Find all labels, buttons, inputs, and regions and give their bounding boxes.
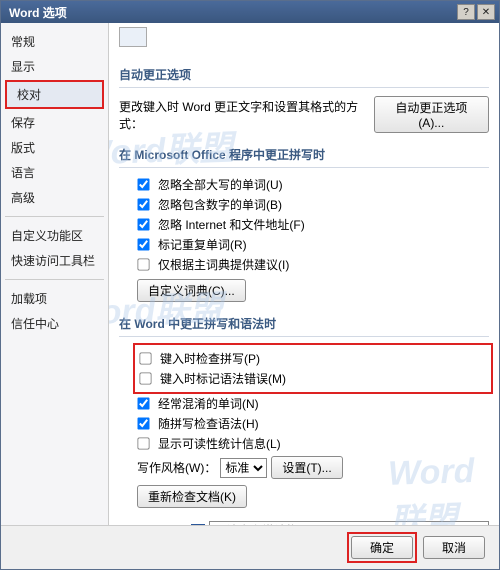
writing-style-settings-button[interactable]: 设置(T)... — [271, 456, 342, 479]
page-icon — [119, 27, 147, 47]
window-title: Word 选项 — [5, 4, 455, 21]
writing-style-select[interactable]: 标准 — [220, 458, 267, 478]
cancel-button[interactable]: 取消 — [423, 536, 485, 559]
lbl-ignore-uppercase: 忽略全部大写的单词(U) — [158, 176, 283, 193]
custom-dict-button[interactable]: 自定义词典(C)... — [137, 279, 246, 302]
sidebar-item-layout[interactable]: 版式 — [1, 135, 108, 160]
content-panel: Word联盟 Word联盟 Word联盟 自动更正选项 更改键入时 Word 更… — [109, 23, 499, 525]
chk-flag-repeated[interactable] — [137, 238, 149, 250]
autocorrect-text: 更改键入时 Word 更正文字和设置其格式的方式： — [119, 98, 370, 132]
chk-check-spelling-typing[interactable] — [139, 352, 151, 364]
chk-mark-grammar-typing[interactable] — [139, 372, 151, 384]
chk-ignore-numbers[interactable] — [137, 198, 149, 210]
autocorrect-options-button[interactable]: 自动更正选项(A)... — [374, 96, 489, 133]
sidebar-item-general[interactable]: 常规 — [1, 29, 108, 54]
help-button[interactable]: ? — [457, 4, 475, 20]
autocorrect-line: 更改键入时 Word 更正文字和设置其格式的方式： 自动更正选项(A)... — [119, 96, 489, 133]
chk-readability[interactable] — [137, 437, 149, 449]
ok-button[interactable]: 确定 — [351, 536, 413, 559]
lbl-main-dict-only: 仅根据主词典提供建议(I) — [158, 256, 289, 273]
section-autocorrect-title: 自动更正选项 — [119, 56, 489, 88]
chk-confused-words[interactable] — [137, 397, 149, 409]
sidebar-item-customize-ribbon[interactable]: 自定义功能区 — [1, 223, 108, 248]
lbl-ignore-numbers: 忽略包含数字的单词(B) — [158, 196, 282, 213]
sidebar-item-proofing[interactable]: 校对 — [7, 82, 102, 107]
chk-main-dict-only[interactable] — [137, 258, 149, 270]
chk-ignore-internet[interactable] — [137, 218, 149, 230]
lbl-confused-words: 经常混淆的单词(N) — [158, 395, 259, 412]
sidebar-item-advanced[interactable]: 高级 — [1, 185, 108, 210]
titlebar: Word 选项 ? ✕ — [1, 1, 499, 23]
sidebar-item-language[interactable]: 语言 — [1, 160, 108, 185]
exceptions-label: 例外项(X)： — [119, 523, 183, 526]
sidebar-item-addins[interactable]: 加载项 — [1, 286, 108, 311]
lbl-mark-grammar-typing: 键入时标记语法错误(M) — [160, 370, 286, 387]
close-button[interactable]: ✕ — [477, 4, 495, 20]
exceptions-doc-select[interactable]: 网站金字塔结构.docx — [209, 521, 489, 525]
options-dialog: Word 选项 ? ✕ 常规 显示 校对 保存 版式 语言 高级 自定义功能区 … — [0, 0, 500, 570]
writing-style-label: 写作风格(W)： — [137, 459, 216, 476]
sidebar-item-display[interactable]: 显示 — [1, 54, 108, 79]
lbl-ignore-internet: 忽略 Internet 和文件地址(F) — [158, 216, 305, 233]
dialog-footer: 确定 取消 — [1, 525, 499, 569]
lbl-flag-repeated: 标记重复单词(R) — [158, 236, 247, 253]
dialog-body: 常规 显示 校对 保存 版式 语言 高级 自定义功能区 快速访问工具栏 加载项 … — [1, 23, 499, 525]
sidebar-item-save[interactable]: 保存 — [1, 110, 108, 135]
section-word-spell-title: 在 Word 中更正拼写和语法时 — [119, 305, 489, 337]
word-doc-icon — [191, 524, 205, 525]
lbl-readability: 显示可读性统计信息(L) — [158, 435, 281, 452]
sidebar-item-qat[interactable]: 快速访问工具栏 — [1, 248, 108, 273]
section-office-spell-title: 在 Microsoft Office 程序中更正拼写时 — [119, 136, 489, 168]
sidebar-item-trust[interactable]: 信任中心 — [1, 311, 108, 336]
sidebar: 常规 显示 校对 保存 版式 语言 高级 自定义功能区 快速访问工具栏 加载项 … — [1, 23, 109, 525]
recheck-doc-button[interactable]: 重新检查文档(K) — [137, 485, 247, 508]
lbl-check-spelling-typing: 键入时检查拼写(P) — [160, 350, 260, 367]
chk-ignore-uppercase[interactable] — [137, 178, 149, 190]
section-exceptions-title: 例外项(X)： 网站金字塔结构.docx — [119, 511, 489, 525]
chk-grammar-with-spelling[interactable] — [137, 417, 149, 429]
lbl-grammar-with-spelling: 随拼写检查语法(H) — [158, 415, 259, 432]
